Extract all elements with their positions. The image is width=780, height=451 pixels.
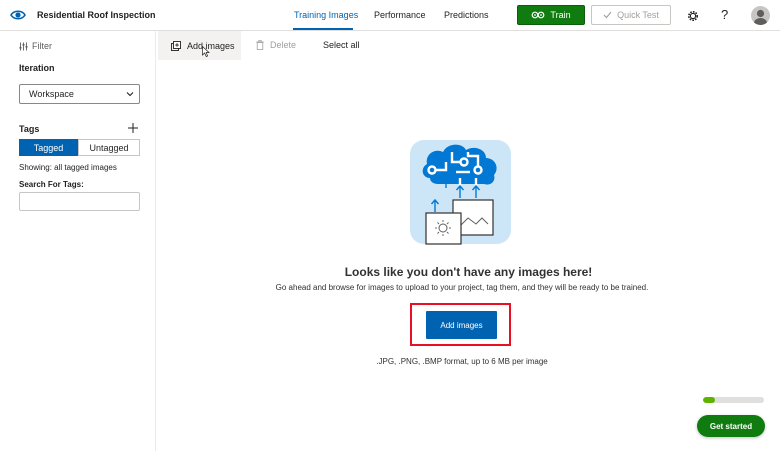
iteration-label: Iteration [19,63,55,73]
eye-logo-icon[interactable] [10,7,26,23]
get-started-progress-bar [703,397,764,403]
search-tags-input[interactable] [19,192,140,211]
add-images-label: Add images [187,40,235,51]
empty-state-title: Looks like you don't have any images her… [344,265,593,279]
tab-predictions[interactable]: Predictions [444,10,489,20]
iteration-select[interactable]: Workspace [19,84,140,104]
get-started-button[interactable]: Get started [697,415,765,437]
search-tags-label: Search For Tags: [19,180,84,189]
train-label: Train [550,10,571,20]
tab-training-images[interactable]: Training Images [294,10,358,20]
mouse-pointer-icon [202,46,210,57]
filter-toggle[interactable]: Filter [19,41,52,51]
tagged-toggle-button[interactable]: Tagged [19,139,78,156]
tab-performance[interactable]: Performance [374,10,426,20]
progress-fill [703,397,716,403]
filter-sliders-icon [19,42,28,50]
chevron-down-icon [126,92,134,97]
user-avatar-icon [754,9,767,25]
quick-test-button[interactable]: Quick Test [591,5,671,25]
quick-test-label: Quick Test [617,10,659,20]
add-image-icon [171,40,181,51]
settings-button[interactable] [686,9,700,23]
select-all-command[interactable]: Select all [323,40,360,50]
help-icon[interactable]: ? [721,7,728,22]
add-images-button[interactable]: Add images [426,311,497,339]
active-tab-indicator [293,28,353,30]
add-images-command[interactable]: Add images [158,31,241,60]
add-tag-plus-icon[interactable] [127,122,139,134]
checkmark-icon [603,11,612,19]
showing-status-text: Showing: all tagged images [19,163,117,172]
gears-icon [532,11,545,19]
trash-icon [256,40,264,50]
tags-label: Tags [19,124,40,134]
left-filter-panel: Filter Iteration Workspace Tags Tagged U… [0,31,156,451]
untagged-toggle-button[interactable]: Untagged [78,139,140,156]
top-navigation-bar: Residential Roof Inspection Training Ima… [0,0,780,31]
gear-icon [688,11,698,21]
upload-images-illustration-icon [410,140,511,245]
train-button[interactable]: Train [517,5,585,25]
iteration-selected-value: Workspace [29,89,74,99]
file-format-note: .JPG, .PNG, .BMP format, up to 6 MB per … [376,357,548,366]
filter-label: Filter [32,41,52,51]
delete-command[interactable]: Delete [256,40,296,50]
app-title: Residential Roof Inspection [37,10,156,20]
delete-label: Delete [270,40,297,50]
avatar[interactable] [751,6,770,25]
empty-state-subtitle: Go ahead and browse for images to upload… [275,283,649,292]
